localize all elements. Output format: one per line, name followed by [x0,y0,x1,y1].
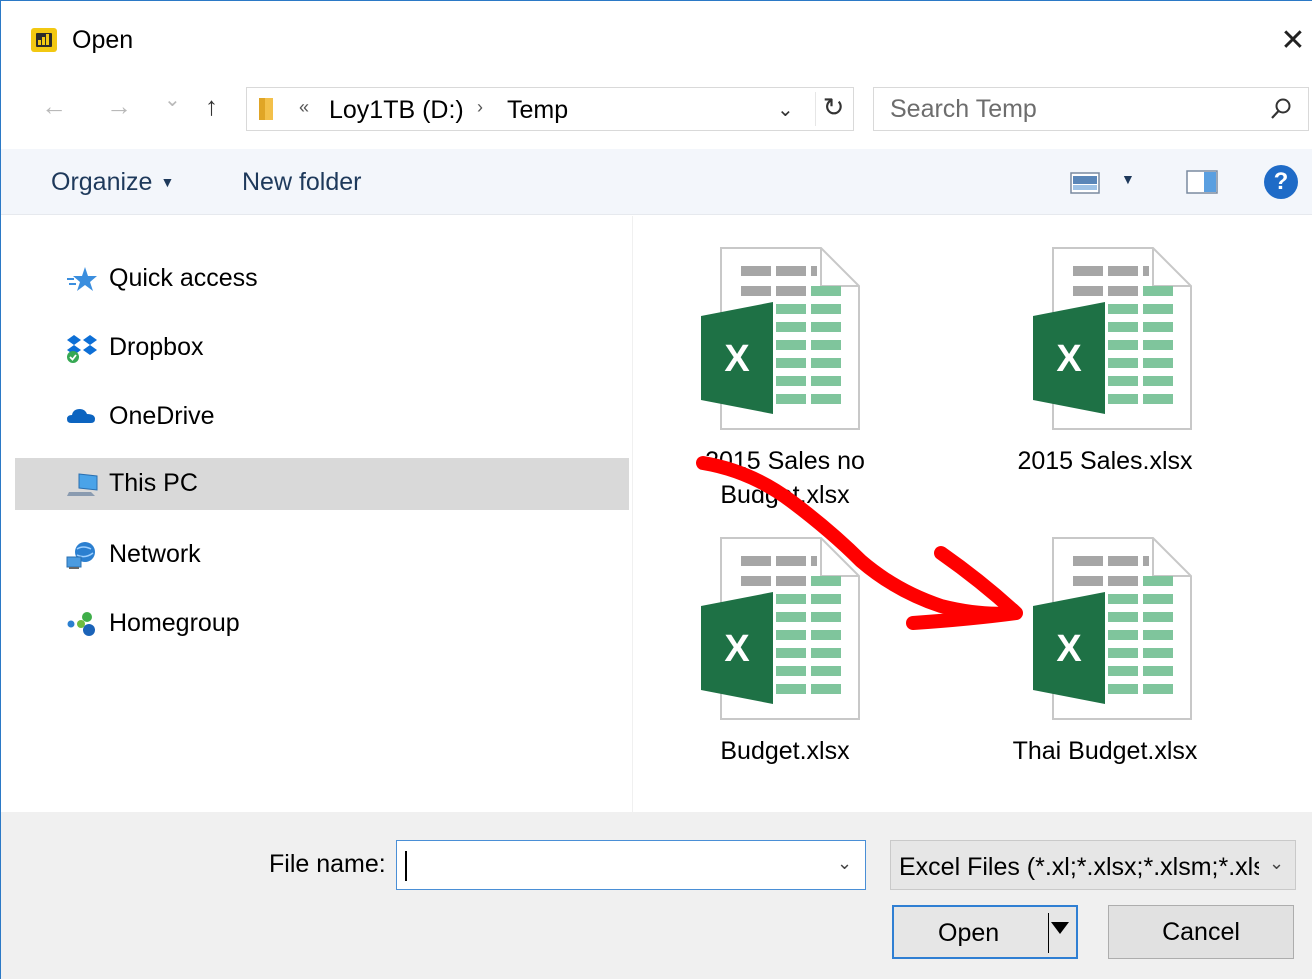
file-type-value: Excel Files (*.xl;*.xlsx;*.xlsm;*.xlsb [899,853,1259,881]
file-name-line1: Thai Budget.xlsx [1012,737,1198,765]
dropbox-icon [67,335,97,363]
window-title: Open [72,26,134,54]
excel-file-icon: X [701,247,860,430]
back-button[interactable]: ← [41,91,67,122]
preview-pane-icon[interactable] [1186,170,1218,194]
breadcrumb-separator[interactable]: › [477,97,483,118]
sidebar-item-label: This PC [109,469,198,497]
search-input[interactable] [890,94,1250,124]
view-options-dropdown[interactable]: ▼ [1121,171,1135,187]
svg-text:X: X [724,628,750,670]
file-item-budget[interactable]: X Budget.xlsx [638,506,908,786]
svg-text:X: X [1056,338,1082,380]
file-name: Budget.xlsx [638,734,932,768]
sidebar-item-onedrive[interactable]: OneDrive [15,391,629,443]
open-button-label: Open [938,919,1000,947]
open-dialog: Open ✕ ← → ⌄ ↑ « Loy1TB (D:) › Temp ⌄ ↻ [0,0,1312,979]
file-item-2015-sales[interactable]: X 2015 Sales.xlsx [970,216,1240,496]
file-name-line1: Budget.xlsx [720,737,850,765]
onedrive-icon [67,409,95,423]
pc-icon [67,473,98,496]
organize-button[interactable]: Organize ▼ [51,168,174,197]
file-name: Thai Budget.xlsx [958,734,1252,768]
excel-file-icon: X [1033,537,1192,720]
forward-button[interactable]: → [106,91,132,122]
recent-locations-button[interactable]: ⌄ [164,87,181,112]
search-icon[interactable] [1268,96,1294,122]
star-icon [67,267,97,291]
text-cursor [405,851,407,881]
network-icon [66,542,95,569]
chevron-down-icon: ⌄ [1269,853,1285,873]
sidebar-item-label: Network [109,540,201,568]
new-folder-button[interactable]: New folder [242,168,362,197]
refresh-button[interactable]: ↻ [815,92,851,126]
split-divider [1048,913,1049,953]
file-name-line1: 2015 Sales.xlsx [1017,447,1193,475]
navigation-pane: Quick access Dropbox OneDrive This PC Ne… [1,216,633,812]
caret-down-icon: ▼ [160,174,175,190]
sidebar-item-label: OneDrive [109,402,215,430]
dialog-footer: File name: ⌄ Excel Files (*.xl;*.xlsx;*.… [1,812,1312,979]
help-icon[interactable]: ? [1264,165,1298,199]
open-button[interactable]: Open [892,905,1078,959]
sidebar-item-homegroup[interactable]: Homegroup [15,598,629,650]
sidebar-item-quick-access[interactable]: Quick access [15,253,629,305]
navigation-bar: ← → ⌄ ↑ « Loy1TB (D:) › Temp ⌄ ↻ [1,83,1312,135]
sidebar-item-this-pc[interactable]: This PC [15,458,629,510]
file-list: X 2015 Sales no Budget.xlsx X 2015 Sales… [634,216,1312,812]
close-button[interactable]: ✕ [1273,21,1312,61]
file-item-2015-sales-no-budget[interactable]: X 2015 Sales no Budget.xlsx [638,216,908,509]
folder-icon [259,98,273,120]
organize-label: Organize [51,168,153,196]
file-name: 2015 Sales no Budget.xlsx [638,444,932,512]
address-dropdown-button[interactable]: ⌄ [777,97,794,122]
sidebar-item-dropbox[interactable]: Dropbox [15,322,629,374]
breadcrumb-temp[interactable]: Temp [507,96,568,125]
powerbi-app-icon [31,28,57,52]
homegroup-icon [67,612,95,636]
cancel-button[interactable]: Cancel [1108,905,1294,959]
file-name-label: File name: [269,850,386,878]
excel-file-icon: X [701,537,860,720]
change-view-icon[interactable] [1070,172,1100,194]
breadcrumb-overflow[interactable]: « [299,97,309,118]
svg-text:X: X [724,338,750,380]
breadcrumb-drive[interactable]: Loy1TB (D:) [329,96,464,125]
excel-file-icon: X [1033,247,1192,430]
file-name-line1: 2015 Sales no [705,447,865,475]
command-toolbar: Organize ▼ New folder ▼ ? [1,149,1312,215]
file-type-select[interactable]: Excel Files (*.xl;*.xlsx;*.xlsm;*.xlsb ⌄ [890,840,1296,890]
title-bar: Open ✕ [1,1,1312,77]
address-bar[interactable]: « Loy1TB (D:) › Temp ⌄ ↻ [246,87,854,131]
file-name-combobox[interactable]: ⌄ [396,840,866,890]
svg-text:X: X [1056,628,1082,670]
file-name: 2015 Sales.xlsx [958,444,1252,478]
open-options-arrow-icon[interactable] [1051,922,1069,934]
sidebar-item-network[interactable]: Network [15,529,629,581]
file-item-thai-budget[interactable]: X Thai Budget.xlsx [970,506,1240,786]
file-name-input[interactable] [403,849,813,881]
sidebar-item-label: Dropbox [109,333,204,361]
up-button[interactable]: ↑ [205,91,218,122]
search-box[interactable] [873,87,1309,131]
sidebar-item-label: Homegroup [109,609,240,637]
file-name-dropdown-button[interactable]: ⌄ [837,853,852,874]
sidebar-item-label: Quick access [109,264,258,292]
